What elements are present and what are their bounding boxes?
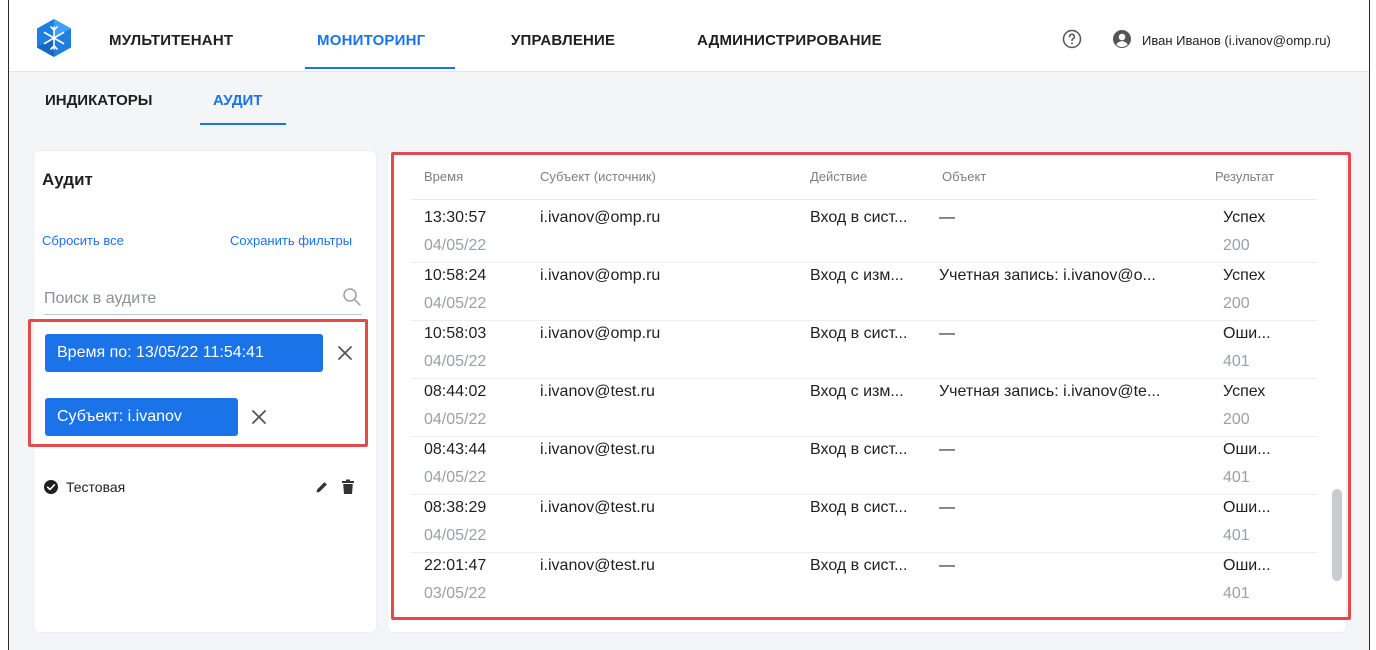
column-header-time[interactable]: Время (424, 169, 463, 184)
current-user-name[interactable]: Иван Иванов (i.ivanov@omp.ru) (1142, 33, 1331, 48)
row-time: 10:58:24 (424, 267, 487, 284)
row-object: — (939, 325, 955, 342)
row-time: 08:44:02 (424, 383, 487, 400)
row-result-code: 401 (1223, 527, 1250, 544)
app-frame: МУЛЬТИТЕНАНТ МОНИТОРИНГ УПРАВЛЕНИЕ АДМИН… (8, 0, 1370, 650)
row-action: Вход в сист... (810, 209, 908, 226)
column-header-object[interactable]: Объект (942, 169, 986, 184)
close-icon[interactable] (250, 408, 268, 426)
row-date: 04/05/22 (424, 411, 487, 428)
tab-audit[interactable]: АУДИТ (213, 92, 262, 109)
row-result-code: 200 (1223, 295, 1250, 312)
reset-all-link[interactable]: Сбросить все (42, 233, 124, 248)
table-row[interactable]: 08:43:44 04/05/22 i.ivanov@test.ru Вход … (411, 437, 1317, 495)
nav-active-indicator (305, 67, 455, 69)
row-date: 04/05/22 (424, 353, 487, 370)
nav-item-management[interactable]: УПРАВЛЕНИЕ (511, 32, 615, 49)
saved-filter-item[interactable]: Тестовая (44, 478, 364, 500)
row-result-code: 401 (1223, 353, 1250, 370)
table-row[interactable]: 10:58:03 04/05/22 i.ivanov@omp.ru Вход в… (411, 321, 1317, 379)
row-result-code: 200 (1223, 237, 1250, 254)
row-subject: i.ivanov@omp.ru (540, 325, 661, 342)
filters-panel (33, 150, 377, 633)
row-object: — (939, 499, 955, 516)
row-subject: i.ivanov@test.ru (540, 441, 655, 458)
close-icon[interactable] (336, 344, 354, 362)
row-time: 13:30:57 (424, 209, 487, 226)
app-logo-icon[interactable] (35, 18, 73, 58)
row-date: 04/05/22 (424, 527, 487, 544)
row-action: Вход с изм... (810, 383, 904, 400)
row-subject: i.ivanov@test.ru (540, 383, 655, 400)
pencil-icon[interactable] (314, 479, 330, 495)
row-action: Вход с изм... (810, 267, 904, 284)
row-object: Учетная запись: i.ivanov@te... (939, 383, 1161, 400)
account-circle-icon[interactable] (1112, 29, 1132, 49)
column-header-action[interactable]: Действие (810, 169, 867, 184)
tab-indicators[interactable]: ИНДИКАТОРЫ (45, 92, 152, 109)
row-object: — (939, 209, 955, 226)
nav-item-multitenant[interactable]: МУЛЬТИТЕНАНТ (109, 32, 233, 49)
row-date: 03/05/22 (424, 585, 487, 602)
row-result: Успех (1223, 267, 1266, 284)
table-row[interactable]: 10:58:24 04/05/22 i.ivanov@omp.ru Вход с… (411, 263, 1317, 321)
row-action: Вход в сист... (810, 325, 908, 342)
audit-search-input[interactable] (44, 287, 324, 311)
row-result-code: 200 (1223, 411, 1250, 428)
row-action: Вход в сист... (810, 557, 908, 574)
check-circle-icon (44, 480, 58, 494)
row-time: 08:38:29 (424, 499, 487, 516)
row-result-code: 401 (1223, 585, 1250, 602)
table-row[interactable]: 08:38:29 04/05/22 i.ivanov@test.ru Вход … (411, 495, 1317, 553)
row-subject: i.ivanov@omp.ru (540, 209, 661, 226)
row-action: Вход в сист... (810, 499, 908, 516)
row-time: 10:58:03 (424, 325, 487, 342)
tab-active-indicator (200, 123, 286, 125)
help-circle-icon[interactable] (1062, 29, 1082, 49)
save-filters-link[interactable]: Сохранить фильтры (230, 233, 352, 248)
row-subject: i.ivanov@test.ru (540, 557, 655, 574)
row-action: Вход в сист... (810, 441, 908, 458)
audit-search-box (44, 281, 362, 315)
trash-icon[interactable] (341, 479, 355, 495)
saved-filter-label: Тестовая (66, 479, 126, 495)
filter-chip-subject[interactable]: Субъект: i.ivanov (45, 398, 238, 436)
table-row[interactable]: 22:01:47 03/05/22 i.ivanov@test.ru Вход … (411, 553, 1317, 611)
nav-item-administration[interactable]: АДМИНИСТРИРОВАНИЕ (697, 32, 882, 49)
row-result-code: 401 (1223, 469, 1250, 486)
row-date: 04/05/22 (424, 237, 487, 254)
search-icon[interactable] (342, 287, 362, 307)
row-time: 22:01:47 (424, 557, 487, 574)
row-object: — (939, 557, 955, 574)
column-header-result[interactable]: Результат (1215, 169, 1274, 184)
row-time: 08:43:44 (424, 441, 487, 458)
row-date: 04/05/22 (424, 295, 487, 312)
nav-item-monitoring[interactable]: МОНИТОРИНГ (317, 32, 425, 49)
row-object: Учетная запись: i.ivanov@o... (939, 267, 1156, 284)
panel-title: Аудит (42, 170, 93, 189)
header-divider (411, 199, 1317, 200)
table-row[interactable]: 13:30:57 04/05/22 i.ivanov@omp.ru Вход в… (411, 205, 1317, 263)
row-result: Оши... (1223, 557, 1271, 574)
row-result: Оши... (1223, 499, 1271, 516)
row-object: — (939, 441, 955, 458)
row-subject: i.ivanov@omp.ru (540, 267, 661, 284)
filter-chip-time[interactable]: Время по: 13/05/22 11:54:41 (45, 334, 323, 372)
row-result: Оши... (1223, 441, 1271, 458)
row-result: Оши... (1223, 325, 1271, 342)
row-result: Успех (1223, 209, 1266, 226)
row-date: 04/05/22 (424, 469, 487, 486)
column-header-subject[interactable]: Субъект (источник) (540, 169, 656, 184)
table-row[interactable]: 08:44:02 04/05/22 i.ivanov@test.ru Вход … (411, 379, 1317, 437)
table-scrollbar-thumb[interactable] (1332, 489, 1342, 581)
row-subject: i.ivanov@test.ru (540, 499, 655, 516)
row-result: Успех (1223, 383, 1266, 400)
